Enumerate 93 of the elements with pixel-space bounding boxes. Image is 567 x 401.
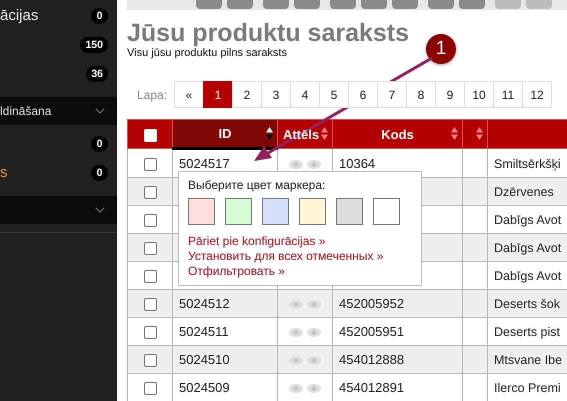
toolbar-button[interactable]	[459, 0, 485, 9]
popup-link[interactable]: Pāriet pie konfigurācijas »	[188, 234, 326, 249]
row-checkbox[interactable]	[144, 242, 156, 256]
color-swatch[interactable]	[262, 198, 289, 225]
row-checkbox[interactable]	[144, 186, 156, 200]
sidebar-item[interactable]: 36	[0, 59, 117, 88]
eye-icon[interactable]	[289, 300, 303, 310]
toolbar-button[interactable]	[330, 0, 356, 9]
table-cell: Dabīgs Avot	[494, 241, 562, 255]
table-cell: 5024510	[179, 352, 230, 367]
row-checkbox[interactable]	[144, 354, 156, 368]
row-checkbox[interactable]	[144, 214, 156, 228]
chevron-down-icon	[95, 207, 105, 213]
color-swatch[interactable]	[299, 198, 326, 225]
count-badge: 0	[91, 8, 108, 24]
table-cell: 452005951	[339, 324, 404, 339]
page-button[interactable]: 5	[319, 81, 349, 108]
step-badge: 1	[426, 34, 456, 64]
color-swatch[interactable]	[336, 198, 363, 225]
eye-icon[interactable]	[307, 356, 321, 366]
table-cell: 10364	[339, 156, 376, 170]
table-cell: Ilerco Premi	[494, 381, 561, 395]
popup-link[interactable]: Установить для всех отмеченных »	[188, 249, 384, 264]
popup-title: Выберите цвет маркера:	[188, 178, 326, 192]
toolbar-button[interactable]	[263, 0, 289, 9]
page-button[interactable]: 10	[464, 81, 494, 108]
row-checkbox[interactable]	[144, 382, 156, 396]
toolbar-button[interactable]	[428, 0, 454, 9]
page-title: Jūsu produktu saraksts	[127, 18, 410, 48]
chevron-down-icon	[95, 108, 105, 114]
table-cell: 5024509	[179, 380, 230, 395]
page-button[interactable]: 9	[435, 81, 465, 108]
page-button[interactable]: 12	[522, 81, 552, 108]
toolbar-button[interactable]	[294, 0, 320, 9]
page-button[interactable]: 2	[232, 81, 262, 108]
page-button[interactable]: 4	[290, 81, 320, 108]
pagination-label: Lapa:	[137, 88, 168, 102]
page-subtitle: Visu jūsu produktu pilns saraksts	[127, 47, 287, 59]
previous-page-button[interactable]: «	[174, 81, 204, 108]
eye-icon[interactable]	[289, 160, 303, 169]
sidebar-item[interactable]: 150	[0, 30, 117, 59]
count-badge: 0	[91, 136, 108, 152]
table-cell: 454012891	[339, 380, 404, 395]
color-swatch[interactable]	[188, 198, 215, 225]
row-checkbox[interactable]	[144, 270, 156, 284]
row-checkbox[interactable]	[144, 298, 156, 312]
sidebar-section[interactable]: ldināšana	[0, 97, 117, 125]
eye-icon[interactable]	[289, 356, 303, 366]
eye-icon[interactable]	[307, 328, 321, 338]
page-button[interactable]: 7	[377, 81, 407, 108]
eye-icon[interactable]	[289, 328, 303, 338]
table-cell: 5024517	[179, 156, 230, 171]
table-cell: Smiltsērkšķi	[494, 156, 561, 170]
table-cell: Dabīgs Avot	[494, 213, 562, 227]
sidebar-item[interactable]: ācijas 0	[0, 1, 117, 30]
count-badge: 0	[91, 164, 108, 180]
row-checkbox[interactable]	[144, 326, 156, 340]
table-cell: Mtsvane Ibe	[494, 353, 562, 367]
table-cell: 454012888	[339, 352, 404, 367]
page-button[interactable]: 8	[406, 81, 436, 108]
table-cell: 5024512	[179, 296, 230, 311]
sidebar-label: ācijas	[0, 7, 38, 24]
eye-icon[interactable]	[307, 300, 321, 310]
page-button[interactable]: 11	[493, 81, 523, 108]
toolbar-button[interactable]	[196, 0, 222, 9]
toolbar-button[interactable]	[227, 0, 253, 9]
color-swatch[interactable]	[373, 198, 400, 225]
popup-link[interactable]: Отфильтровать »	[188, 264, 285, 279]
sidebar-label: s	[0, 164, 8, 181]
eye-icon[interactable]	[307, 384, 321, 394]
toolbar-button[interactable]	[361, 0, 387, 9]
page-button[interactable]: 1	[203, 81, 233, 108]
eye-icon[interactable]	[307, 160, 321, 169]
count-badge: 36	[86, 66, 108, 82]
toolbar-button[interactable]	[392, 0, 418, 9]
column-header[interactable]: ID	[218, 126, 232, 141]
sort-icon[interactable]	[266, 127, 273, 140]
select-all-checkbox[interactable]	[144, 128, 156, 142]
table-cell: Dzērvenes	[494, 185, 554, 199]
table-cell: Dabīgs Avot	[494, 269, 562, 283]
table-cell: 5024511	[179, 324, 229, 339]
table-cell: 452005952	[339, 296, 404, 311]
column-header[interactable]: Kods	[381, 126, 414, 142]
sidebar-item[interactable]: 0	[0, 129, 117, 158]
color-swatch[interactable]	[225, 198, 252, 225]
table-cell: Deserts šok	[494, 297, 560, 311]
eye-icon[interactable]	[289, 384, 303, 394]
row-checkbox[interactable]	[144, 158, 156, 171]
page-button[interactable]: 3	[261, 81, 291, 108]
count-badge: 150	[80, 36, 108, 52]
page-button[interactable]: 6	[348, 81, 378, 108]
table-cell: Deserts pist	[494, 325, 560, 339]
sidebar-item[interactable]: s 0	[0, 158, 117, 187]
